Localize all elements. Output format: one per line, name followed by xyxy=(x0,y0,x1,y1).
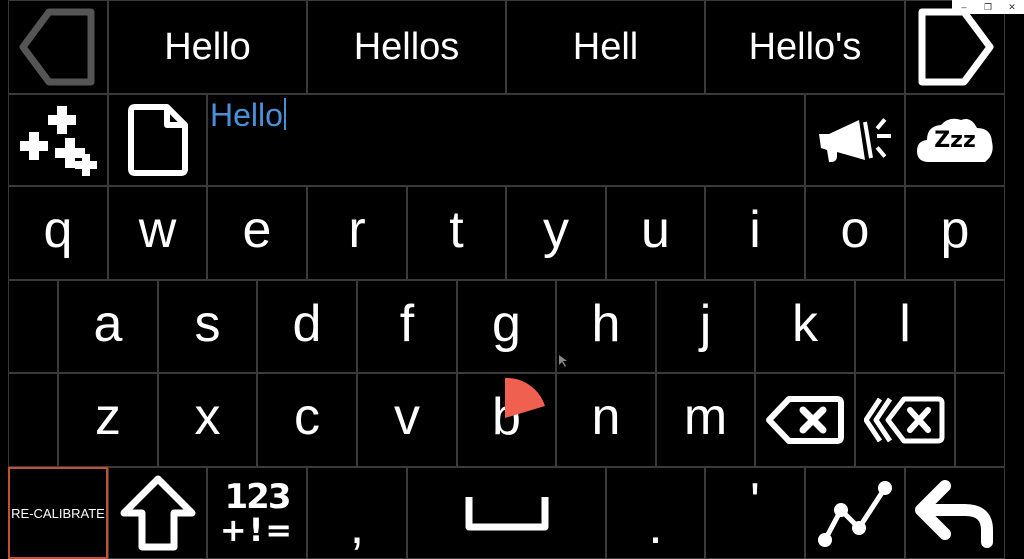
key-x[interactable]: x xyxy=(158,373,257,467)
numbers-label: 123 xyxy=(224,477,292,517)
prev-suggestions-button[interactable] xyxy=(8,0,108,94)
key-period[interactable]: . xyxy=(606,467,705,559)
key-apostrophe[interactable]: ' xyxy=(705,467,805,559)
sleep-label: Zzz xyxy=(934,128,976,153)
key-k[interactable]: k xyxy=(755,280,855,373)
text-box[interactable]: Hello xyxy=(207,94,805,186)
shift-arrow-icon xyxy=(120,475,196,551)
delete-word-button[interactable] xyxy=(855,373,955,467)
gaze-pointer-indicator xyxy=(505,377,547,425)
key-d[interactable]: d xyxy=(257,280,357,373)
sleep-button[interactable]: Zzz xyxy=(905,94,1005,186)
space-bar-icon xyxy=(465,493,549,533)
document-button[interactable] xyxy=(108,94,207,186)
sleep-cloud-icon: Zzz xyxy=(915,114,995,166)
delete-word-icon xyxy=(864,393,946,447)
key-m[interactable]: m xyxy=(656,373,755,467)
key-w[interactable]: w xyxy=(108,186,207,280)
row2-left-spacer xyxy=(8,280,58,373)
key-i[interactable]: i xyxy=(705,186,805,280)
key-v[interactable]: v xyxy=(357,373,457,467)
key-comma[interactable]: , xyxy=(307,467,407,559)
shift-button[interactable] xyxy=(108,467,207,559)
speak-button[interactable] xyxy=(805,94,905,186)
restore-icon[interactable]: ❐ xyxy=(981,2,995,13)
backspace-icon xyxy=(765,395,845,445)
plus-cluster-icon xyxy=(18,102,98,178)
symbols-label: +!= xyxy=(219,511,295,549)
enter-button[interactable] xyxy=(905,467,1005,559)
key-o[interactable]: o xyxy=(805,186,905,280)
close-icon[interactable]: ✕ xyxy=(1005,2,1019,13)
left-arrow-icon xyxy=(19,8,97,86)
key-c[interactable]: c xyxy=(257,373,357,467)
key-q[interactable]: q xyxy=(8,186,108,280)
next-suggestions-button[interactable] xyxy=(905,0,1005,94)
document-icon xyxy=(127,103,189,177)
return-arrow-icon xyxy=(915,478,995,548)
text-caret xyxy=(283,98,286,130)
key-y[interactable]: y xyxy=(506,186,606,280)
key-p[interactable]: p xyxy=(905,186,1005,280)
swipe-typing-button[interactable] xyxy=(805,467,905,559)
key-a[interactable]: a xyxy=(58,280,158,373)
key-g[interactable]: g xyxy=(457,280,556,373)
key-e[interactable]: e xyxy=(207,186,307,280)
key-l[interactable]: l xyxy=(855,280,955,373)
space-button[interactable] xyxy=(407,467,606,559)
suggestion-2[interactable]: Hellos xyxy=(307,0,506,94)
key-f[interactable]: f xyxy=(357,280,457,373)
key-u[interactable]: u xyxy=(606,186,705,280)
recalibrate-button[interactable]: RE-CALIBRATE xyxy=(8,467,108,559)
minimize-icon[interactable]: – xyxy=(957,2,971,12)
key-r[interactable]: r xyxy=(307,186,407,280)
mouse-cursor-icon xyxy=(559,354,567,372)
megaphone-icon xyxy=(815,112,895,168)
key-s[interactable]: s xyxy=(158,280,257,373)
suggestion-4[interactable]: Hello's xyxy=(705,0,905,94)
window-controls: – ❐ ✕ xyxy=(952,0,1024,14)
right-arrow-icon xyxy=(916,8,994,86)
key-z[interactable]: z xyxy=(58,373,158,467)
typed-text: Hello xyxy=(210,97,286,134)
row2-right-spacer xyxy=(955,280,1005,373)
key-t[interactable]: t xyxy=(407,186,506,280)
key-n[interactable]: n xyxy=(556,373,656,467)
suggestion-3[interactable]: Hell xyxy=(506,0,705,94)
row3-right-spacer xyxy=(955,373,1005,467)
add-phrases-button[interactable] xyxy=(8,94,108,186)
typed-text-value: Hello xyxy=(210,97,283,133)
key-h[interactable]: h xyxy=(556,280,656,373)
line-graph-icon xyxy=(815,476,895,550)
backspace-button[interactable] xyxy=(755,373,855,467)
numbers-symbols-button[interactable]: 123 +!= xyxy=(207,467,307,559)
suggestion-1[interactable]: Hello xyxy=(108,0,307,94)
key-j[interactable]: j xyxy=(656,280,755,373)
row3-left-spacer xyxy=(8,373,58,467)
